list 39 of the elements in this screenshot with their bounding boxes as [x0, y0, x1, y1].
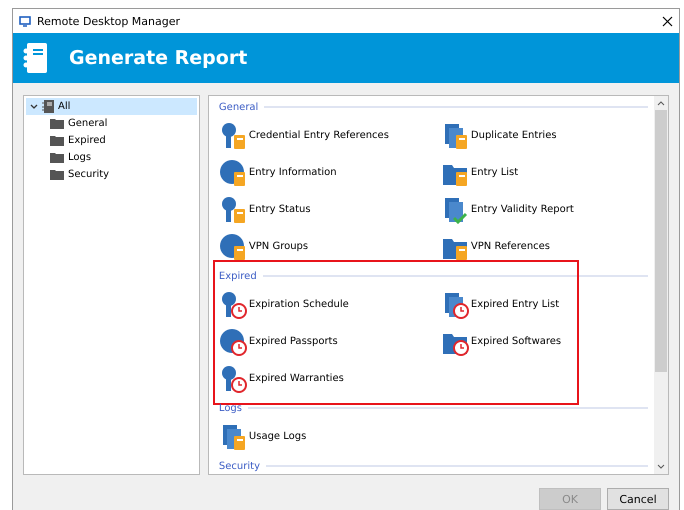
report-item[interactable]: Entry Status: [218, 191, 441, 228]
section-title: General: [218, 102, 258, 112]
report-item[interactable]: Entry List: [440, 154, 648, 191]
window-title: Remote Desktop Manager: [37, 14, 182, 28]
report-item[interactable]: Entry Information: [218, 154, 441, 191]
report-icon: [218, 328, 247, 356]
folder-icon: [50, 118, 64, 129]
report-item[interactable]: Entry Validity Report: [440, 191, 648, 228]
report-item[interactable]: VPN Groups: [218, 228, 441, 265]
report-item[interactable]: Duplicate Entries: [440, 117, 648, 154]
notebook-icon: [23, 43, 47, 73]
folder-icon: [50, 152, 64, 163]
tree-item[interactable]: Expired: [26, 132, 197, 149]
report-icon: [218, 158, 247, 186]
report-item[interactable]: VPN References: [440, 228, 648, 265]
section-title: Security: [218, 460, 260, 472]
report-item[interactable]: Expired Softwares: [440, 323, 648, 360]
chevron-icon[interactable]: [30, 104, 38, 110]
monitor-icon: [19, 16, 31, 26]
close-icon[interactable]: [662, 16, 673, 26]
folder-icon: [50, 169, 64, 180]
folder-icon: [50, 135, 64, 146]
scrollbar[interactable]: [654, 96, 668, 474]
report-icon: [218, 232, 247, 260]
header-title: Generate Report: [69, 47, 248, 69]
report-item[interactable]: Expiration Schedule: [218, 286, 441, 323]
tree-item[interactable]: All: [26, 98, 197, 115]
dialog-button[interactable]: Cancel: [607, 488, 669, 510]
section-title: Logs: [218, 402, 242, 414]
section-title: Expired: [218, 270, 257, 282]
report-item[interactable]: Expired Passports: [218, 323, 441, 360]
notebook-icon: [42, 100, 54, 113]
report-item[interactable]: Expired Warranties: [218, 360, 441, 397]
report-item[interactable]: Usage Logs: [218, 418, 441, 455]
tree-item[interactable]: General: [26, 115, 197, 132]
report-item[interactable]: Expired Entry List: [440, 286, 648, 323]
report-item[interactable]: Credential Entry References: [218, 117, 441, 154]
tree-item[interactable]: Security: [26, 166, 197, 183]
tree-item[interactable]: Logs: [26, 149, 197, 166]
